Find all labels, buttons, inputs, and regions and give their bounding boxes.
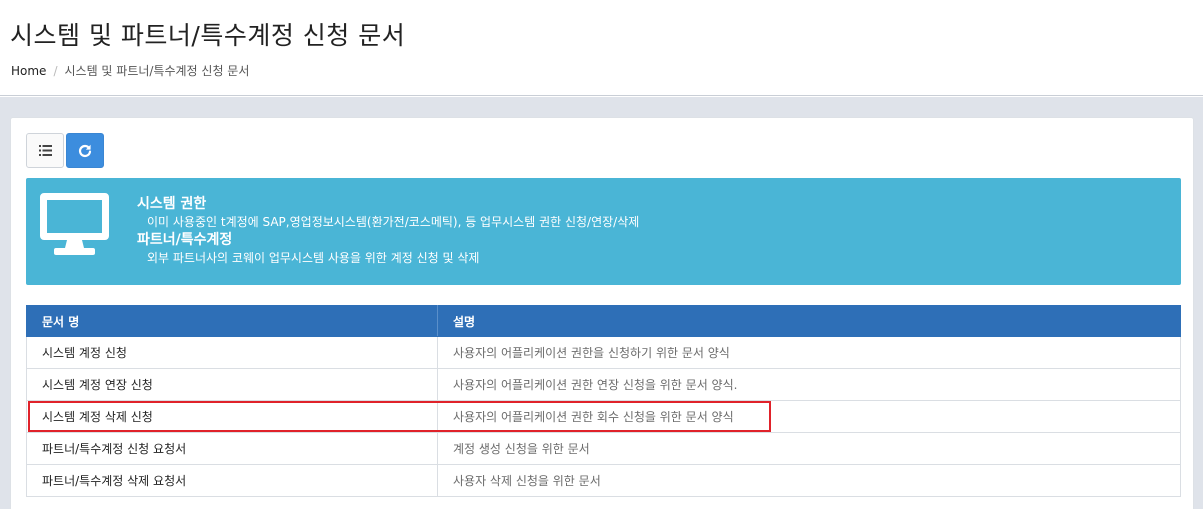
info-box: 시스템 권한 이미 사용중인 t계정에 SAP,영업정보시스템(환가전/코스메틱…: [26, 178, 1181, 285]
document-description: 사용자의 어플리케이션 권한 연장 신청을 위한 문서 양식.: [437, 368, 1181, 401]
monitor-icon: [40, 193, 109, 255]
info-desc-partner: 외부 파트너사의 코웨이 업무시스템 사용을 위한 계정 신청 및 삭제: [147, 251, 480, 265]
refresh-icon: [78, 144, 92, 157]
document-name[interactable]: 시스템 계정 삭제 신청: [26, 400, 438, 433]
document-description: 사용자 삭제 신청을 위한 문서: [437, 464, 1181, 497]
table-row[interactable]: 시스템 계정 삭제 신청 사용자의 어플리케이션 권한 회수 신청을 위한 문서…: [26, 400, 1181, 433]
table-header-row: 문서 명 설명: [26, 305, 1181, 337]
breadcrumb-home-link[interactable]: Home: [11, 64, 46, 78]
column-header-name: 문서 명: [26, 305, 438, 337]
list-button[interactable]: [26, 133, 64, 168]
table-row[interactable]: 파트너/특수계정 삭제 요청서 사용자 삭제 신청을 위한 문서: [26, 464, 1181, 497]
documents-table: 문서 명 설명 시스템 계정 신청 사용자의 어플리케이션 권한을 신청하기 위…: [26, 305, 1181, 497]
table-row[interactable]: 시스템 계정 연장 신청 사용자의 어플리케이션 권한 연장 신청을 위한 문서…: [26, 368, 1181, 401]
breadcrumb: Home / 시스템 및 파트너/특수계정 신청 문서: [11, 62, 249, 79]
breadcrumb-separator: /: [53, 64, 58, 78]
refresh-button[interactable]: [66, 133, 104, 168]
table-row[interactable]: 시스템 계정 신청 사용자의 어플리케이션 권한을 신청하기 위한 문서 양식: [26, 336, 1181, 369]
info-title-system: 시스템 권한: [137, 196, 207, 212]
table-row[interactable]: 파트너/특수계정 신청 요청서 계정 생성 신청을 위한 문서: [26, 432, 1181, 465]
document-name[interactable]: 시스템 계정 연장 신청: [26, 368, 438, 401]
document-description: 사용자의 어플리케이션 권한을 신청하기 위한 문서 양식: [437, 336, 1181, 369]
document-description: 계정 생성 신청을 위한 문서: [437, 432, 1181, 465]
documents-panel: 시스템 권한 이미 사용중인 t계정에 SAP,영업정보시스템(환가전/코스메틱…: [10, 117, 1194, 509]
list-icon: [38, 145, 52, 156]
info-title-partner: 파트너/특수계정: [137, 232, 233, 248]
document-name[interactable]: 파트너/특수계정 삭제 요청서: [26, 464, 438, 497]
document-description: 사용자의 어플리케이션 권한 회수 신청을 위한 문서 양식: [437, 400, 1181, 433]
info-text: 시스템 권한 이미 사용중인 t계정에 SAP,영업정보시스템(환가전/코스메틱…: [137, 195, 639, 267]
info-desc-system: 이미 사용중인 t계정에 SAP,영업정보시스템(환가전/코스메틱), 등 업무…: [147, 215, 640, 229]
page-header: 시스템 및 파트너/특수계정 신청 문서 Home / 시스템 및 파트너/특수계정…: [0, 0, 1203, 96]
document-name[interactable]: 시스템 계정 신청: [26, 336, 438, 369]
page-title: 시스템 및 파트너/특수계정 신청 문서: [10, 21, 406, 50]
breadcrumb-current: 시스템 및 파트너/특수계정 신청 문서: [64, 64, 250, 78]
column-header-description: 설명: [437, 305, 1181, 337]
document-name[interactable]: 파트너/특수계정 신청 요청서: [26, 432, 438, 465]
